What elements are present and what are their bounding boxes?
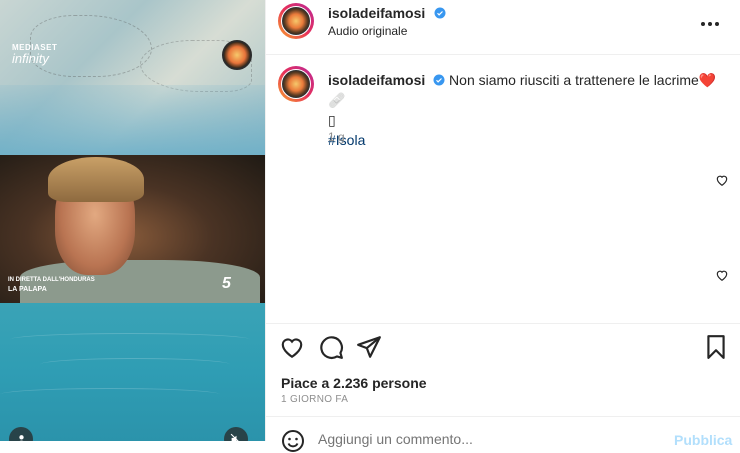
post-header: isoladeifamosi Audio originale: [266, 0, 740, 55]
post-date[interactable]: 1 GIORNO FA: [281, 394, 348, 405]
user-icon: [18, 434, 24, 441]
comment-like-heart-icon[interactable]: [715, 268, 729, 282]
caption-text: Non siamo riusciti a trattenere le lacri…: [449, 72, 699, 88]
paper-plane-icon[interactable]: [356, 334, 382, 360]
isola-logo: [282, 7, 310, 35]
comment-input[interactable]: [318, 431, 638, 447]
contestant-hair: [48, 157, 144, 202]
tagged-users-button[interactable]: [9, 427, 33, 441]
avatar[interactable]: [278, 3, 314, 39]
isola-logo: [282, 70, 310, 98]
bookmark-icon[interactable]: [703, 334, 729, 360]
emoji-smile-icon[interactable]: [281, 429, 305, 453]
wave: [10, 333, 250, 346]
post-sidebar: isoladeifamosi Audio originale isoladeif…: [266, 0, 740, 452]
mute-button[interactable]: [224, 427, 248, 441]
comment-bubble-icon[interactable]: [318, 334, 344, 360]
wave: [0, 388, 220, 401]
contestant-frame: IN DIRETTA DALL'HONDURAS LA PALAPA 5: [0, 155, 265, 303]
actions-divider: [266, 323, 740, 324]
wave: [40, 358, 230, 371]
more-options-icon: [701, 22, 719, 26]
canale5-logo: 5: [222, 275, 231, 292]
comment-like-heart-icon[interactable]: [715, 173, 729, 187]
username-link[interactable]: isoladeifamosi: [328, 5, 425, 21]
tv-caption: IN DIRETTA DALL'HONDURAS LA PALAPA: [8, 277, 95, 293]
verified-badge-icon: [434, 7, 446, 19]
caption-username-link[interactable]: isoladeifamosi: [328, 72, 425, 88]
heart-icon[interactable]: [279, 334, 305, 360]
likes-count[interactable]: Piace a 2.236 persone: [281, 375, 427, 391]
caption-time[interactable]: 1 g: [328, 130, 345, 144]
caption: isoladeifamosi Non siamo riusciti a trat…: [328, 70, 728, 150]
mediaset-infinity-logo: MEDIASET infinity: [12, 43, 58, 66]
caption-avatar[interactable]: [278, 66, 314, 102]
verified-badge-icon: [433, 74, 445, 86]
sea-frame: [0, 303, 265, 441]
map-sea: [0, 85, 265, 155]
audio-link[interactable]: Audio originale: [328, 24, 407, 38]
more-options-button[interactable]: [698, 12, 722, 36]
post-media[interactable]: MEDIASET infinity IN DIRETTA DALL'HONDUR…: [0, 0, 265, 441]
muted-speaker-icon: [230, 433, 239, 441]
isola-logo: [222, 40, 252, 70]
caption-extra: ▯: [328, 112, 336, 128]
comment-box: Pubblica: [266, 417, 740, 452]
map-frame: MEDIASET infinity: [0, 0, 265, 155]
publish-button[interactable]: Pubblica: [674, 432, 732, 448]
